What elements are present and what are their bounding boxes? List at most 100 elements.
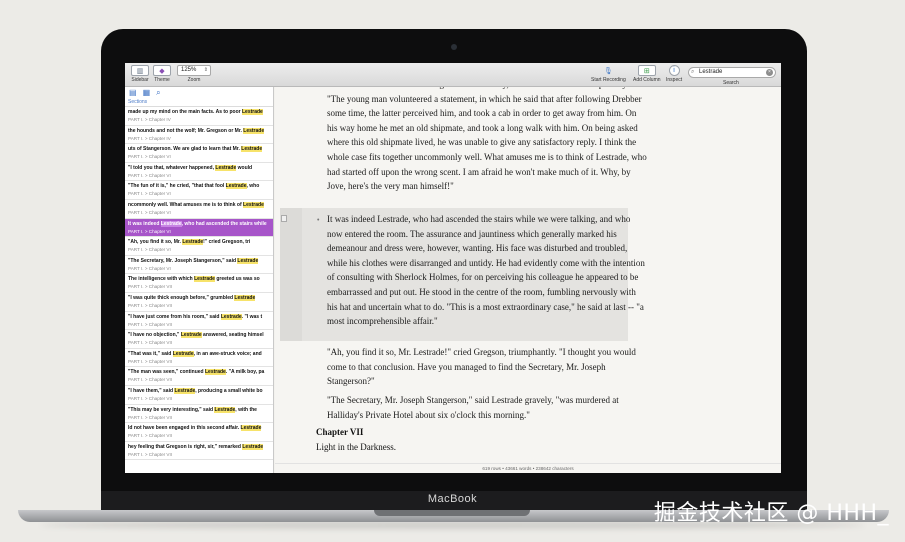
search-result-location: PART I. > Chapter VII: [128, 302, 173, 308]
result-match-highlight: Lestrade: [214, 406, 236, 413]
zoom-control[interactable]: 125% ⇕ Zoom: [177, 65, 211, 83]
result-match-highlight: Lestrade: [243, 201, 264, 208]
theme-button[interactable]: ◆ Theme: [153, 65, 171, 83]
search-result-item[interactable]: "This may be very interesting," said Les…: [125, 405, 273, 424]
sidebar-button[interactable]: ▥ Sidebar: [131, 65, 149, 83]
outline-icon[interactable]: ▤: [129, 89, 137, 97]
sections-link[interactable]: Sections: [125, 99, 273, 107]
start-recording-button[interactable]: 🎙 Start Recording: [591, 65, 626, 84]
result-match-highlight: Lestrade: [242, 443, 264, 450]
search-result-location: PART I. > Chapter VI: [128, 154, 171, 160]
result-text-after: answered, seating himsel: [201, 332, 264, 339]
search-result-item[interactable]: "The man was seen," continued Lestrade. …: [125, 367, 273, 386]
result-match-highlight: Lestrade: [237, 257, 259, 264]
result-text-before: "Ah, you find it so, Mr.: [128, 239, 183, 246]
laptop-notch: [374, 510, 530, 516]
result-text-after: . "A milk boy, pa: [225, 369, 265, 376]
paragraph[interactable]: "Lestrade himself. I have managed it rat…: [327, 87, 647, 194]
search-result-location: PART I. > Chapter IV: [128, 117, 171, 122]
result-text-before: "I have no objection,": [128, 332, 181, 339]
paragraph-handle-icon[interactable]: [281, 215, 287, 222]
result-match-highlight: Lestrade: [174, 387, 196, 394]
editor[interactable]: • "Lestrade himself. I have managed it r…: [275, 87, 781, 463]
search-result-text: The intelligence with which Lestrade gre…: [128, 276, 270, 283]
result-text-after: , in an awe-struck voice; and: [193, 350, 262, 357]
search-result-item[interactable]: "That was it," said Lestrade, in an awe-…: [125, 349, 273, 368]
chapter-subtitle[interactable]: Light in the Darkness.: [316, 442, 396, 452]
search-result-item[interactable]: made up my mind on the main facts. As to…: [125, 107, 273, 126]
search-result-location: PART I. > Chapter VII: [128, 433, 173, 439]
search-input-value: Lestrade: [699, 69, 723, 75]
search-result-text: the hounds and not the wolf; Mr. Gregson…: [128, 127, 270, 135]
paragraph-selected[interactable]: It was indeed Lestrade, who had ascended…: [327, 212, 647, 329]
search-result-item[interactable]: "The Secretary, Mr. Joseph Stangerson," …: [125, 256, 273, 275]
result-match-highlight: Lestrade: [234, 294, 256, 301]
search-result-item[interactable]: ld not have been engaged in this second …: [125, 423, 273, 442]
search-result-text: uts of Stangerson. We are glad to learn …: [128, 146, 270, 153]
result-match-highlight: Lestrade: [194, 276, 215, 283]
search-result-text: "The man was seen," continued Lestrade. …: [128, 369, 270, 376]
search-result-item[interactable]: "I told you that, whatever happened, Les…: [125, 163, 273, 182]
search-result-item[interactable]: ncommonly well. What amuses me is to thi…: [125, 200, 273, 219]
paragraph[interactable]: "The Secretary, Mr. Joseph Stangerson," …: [327, 393, 647, 422]
result-match-highlight: Lestrade: [172, 350, 194, 357]
result-text-after: , with the: [235, 406, 257, 413]
start-recording-label: Start Recording: [591, 77, 626, 83]
result-text-before: "The Secretary, Mr. Joseph Stangerson," …: [128, 257, 238, 264]
result-text-before: ncommonly well. What amuses me is to thi…: [128, 201, 244, 208]
app-window: ▥ Sidebar ◆ Theme 125% ⇕ Zoom 🎙 Start Rec…: [125, 63, 781, 473]
search-result-item[interactable]: "I was quite thick enough before," grumb…: [125, 293, 273, 312]
result-text-after: greeted us was so: [214, 276, 260, 283]
sidebar-button-label: Sidebar: [131, 77, 149, 83]
search-result-item[interactable]: "Ah, you find it so, Mr. Lestrade!" crie…: [125, 237, 273, 256]
zoom-label: Zoom: [187, 77, 201, 83]
result-match-highlight: Lestrade: [215, 164, 237, 171]
search-result-item[interactable]: "I have no objection," Lestrade answered…: [125, 330, 273, 349]
result-match-highlight: Lestrade: [182, 239, 204, 246]
add-column-label: Add Column: [633, 77, 661, 83]
search-result-text: "I have no objection," Lestrade answered…: [128, 332, 270, 339]
result-match-highlight: Lestrade: [220, 313, 242, 320]
search-result-location: PART I. > Chapter VI: [128, 191, 171, 197]
search-result-location: PART I. > Chapter VII: [128, 358, 173, 364]
search-result-text: "The Secretary, Mr. Joseph Stangerson," …: [128, 257, 270, 265]
zoom-value: 125%: [181, 67, 197, 73]
bookmark-icon[interactable]: ▦: [143, 89, 151, 97]
search-result-location: PART I. > Chapter VII: [128, 395, 173, 401]
search-result-item[interactable]: The intelligence with which Lestrade gre…: [125, 274, 273, 293]
result-text-after: would: [236, 164, 253, 171]
search-result-location: PART I. > Chapter VII: [128, 451, 173, 457]
add-column-button[interactable]: ⊞ Add Column: [633, 65, 661, 83]
search-result-location: PART I. > Chapter VI: [128, 247, 171, 253]
clear-search-icon[interactable]: ×: [766, 69, 773, 76]
search-results-icon[interactable]: ⌕: [156, 89, 160, 97]
search-icon: ⌕: [691, 69, 695, 75]
search-field[interactable]: ⌕ Lestrade ×: [688, 67, 776, 78]
search-result-item[interactable]: "I have them," said Lestrade, producing …: [125, 386, 273, 405]
search-result-item[interactable]: "The fun of it is," he cried, "that that…: [125, 181, 273, 200]
result-text-before: "The fun of it is," he cried, "that that…: [128, 183, 226, 190]
result-text-after: , producing a small white bo: [195, 387, 263, 394]
search-result-text: "That was it," said Lestrade, in an awe-…: [128, 350, 270, 358]
chapter-heading[interactable]: Chapter VII: [316, 427, 363, 437]
inspect-button[interactable]: i Inspect: [666, 65, 682, 83]
search-result-item[interactable]: "I have just come from his room," said L…: [125, 312, 273, 331]
search-result-text: "This may be very interesting," said Les…: [128, 406, 270, 414]
search-result-item[interactable]: the hounds and not the wolf; Mr. Gregson…: [125, 126, 273, 145]
info-icon: i: [668, 65, 680, 76]
paragraph[interactable]: "Ah, you find it so, Mr. Lestrade!" crie…: [327, 345, 647, 389]
camera-icon: [451, 44, 457, 50]
search-result-item[interactable]: hey feeling that Gregson is right, sir,"…: [125, 442, 273, 461]
search-result-item[interactable]: uts of Stangerson. We are glad to learn …: [125, 144, 273, 163]
result-text-before: uts of Stangerson. We are glad to learn …: [128, 146, 242, 153]
search-result-item[interactable]: It was indeed Lestrade, who had ascended…: [125, 218, 273, 238]
result-text-before: "I was quite thick enough before," grumb…: [128, 294, 235, 301]
paragraph-gutter: [280, 208, 302, 341]
paragraph-bullet-icon: •: [317, 217, 320, 224]
search-result-location: PART I. > Chapter VI: [128, 172, 171, 178]
search-result-text: "I was quite thick enough before," grumb…: [128, 294, 270, 302]
zoom-select[interactable]: 125% ⇕: [177, 65, 211, 76]
result-text-after: , who had ascended the stairs while: [181, 220, 267, 227]
search-result-text: "The fun of it is," he cried, "that that…: [128, 183, 270, 190]
result-text-before: "That was it," said: [128, 350, 173, 357]
